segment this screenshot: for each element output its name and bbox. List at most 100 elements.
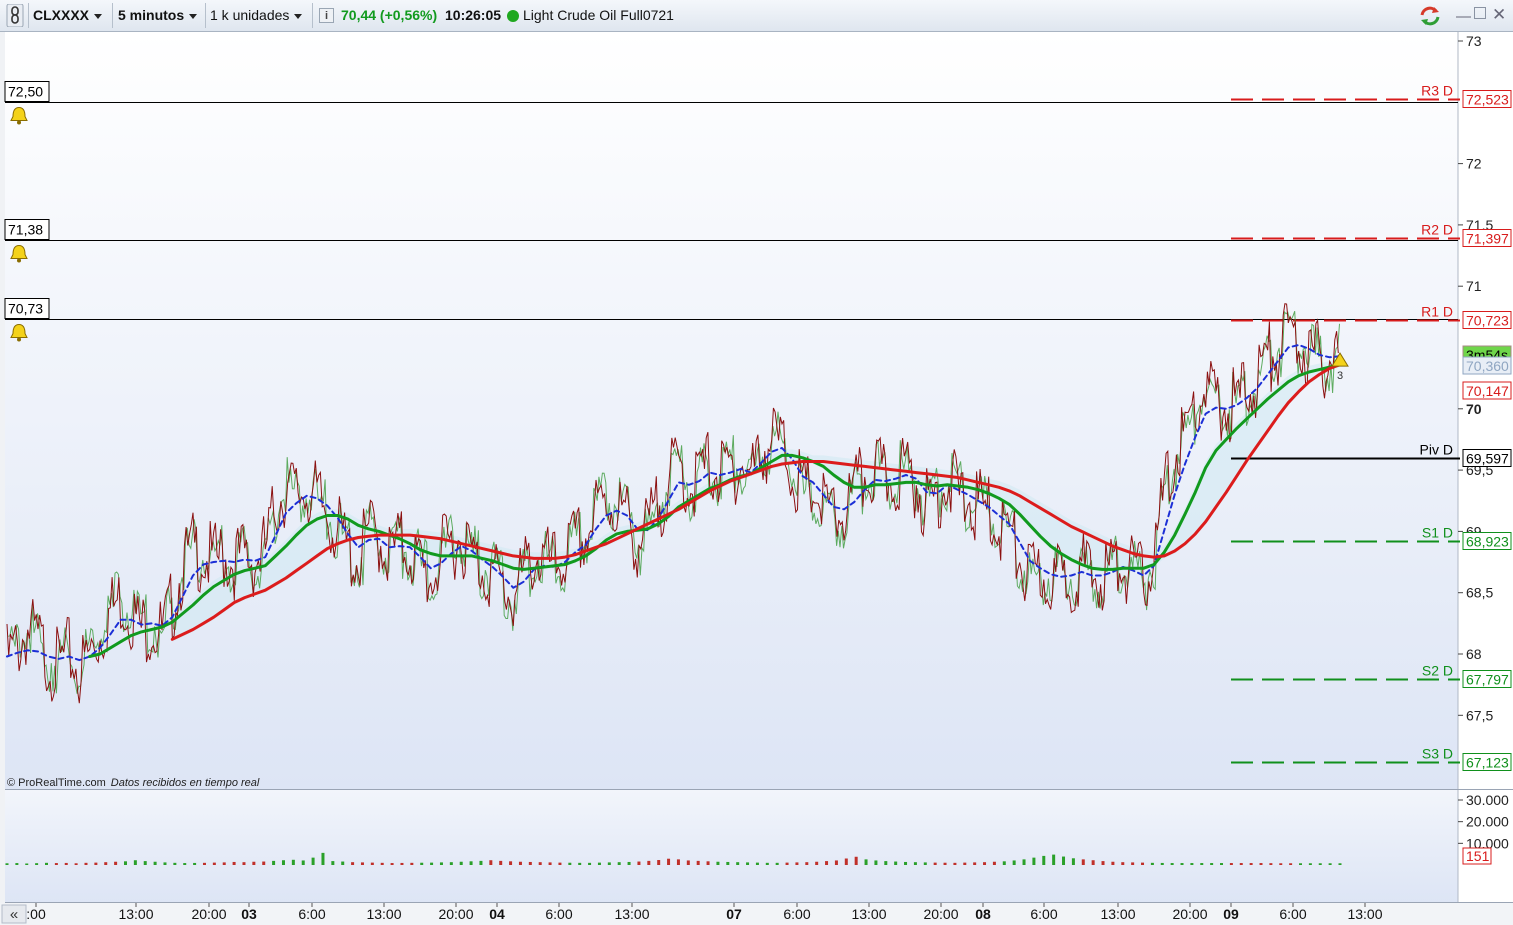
volume-bar: [1210, 863, 1214, 865]
volume-bar: [64, 862, 68, 865]
volume-bar: [1012, 860, 1016, 865]
pivot-label: R1 D: [1421, 304, 1453, 320]
volume-bar: [637, 861, 641, 865]
symbol-label: CLXXXX: [33, 7, 90, 23]
volume-bar: [825, 861, 829, 865]
volume-tick-label: 30.000: [1466, 792, 1509, 808]
refresh-icon[interactable]: [1419, 6, 1441, 26]
price-tag-label: 70,360: [1466, 358, 1509, 374]
info-icon[interactable]: i: [319, 8, 334, 23]
volume-bar: [242, 862, 246, 865]
x-tick-label: 6:00: [298, 906, 325, 922]
price-chart[interactable]: 72,50 71,38 70,73 R3 D R2 D R1 D Piv D S1 D S2 D…: [0, 32, 1513, 925]
units-selector[interactable]: 1 k unidades: [210, 0, 303, 31]
pivot-label: R2 D: [1421, 222, 1453, 238]
alert-price-label: 72,50: [8, 84, 43, 100]
bell-clapper: [17, 258, 21, 263]
chain-link-icon[interactable]: [6, 3, 24, 28]
volume-bar: [272, 860, 276, 865]
pivot-label: S3 D: [1422, 746, 1453, 762]
pivot-value-label: 72,523: [1466, 92, 1509, 108]
volume-bar: [538, 862, 542, 865]
volume-bar: [351, 862, 355, 865]
volume-bar: [874, 860, 878, 865]
chevron-down-icon: [294, 13, 303, 19]
volume-bar: [1032, 857, 1036, 865]
volume-bar: [193, 862, 197, 865]
maximize-icon[interactable]: [1474, 7, 1486, 19]
volume-bar: [785, 862, 789, 865]
volume-bar: [923, 862, 927, 865]
x-tick-label: 13:00: [1100, 906, 1135, 922]
volume-bar: [5, 863, 9, 865]
x-tick-label: 6:00: [1030, 906, 1057, 922]
instrument-name: Light Crude Oil Full0721: [523, 7, 674, 23]
volume-bar: [390, 863, 394, 865]
bell-clapper: [17, 120, 21, 125]
minimize-icon[interactable]: —: [1456, 8, 1471, 25]
volume-bar: [765, 862, 769, 865]
pivot-label: S1 D: [1422, 525, 1453, 541]
volume-bar: [311, 857, 315, 865]
x-tick-label: 13:00: [851, 906, 886, 922]
volume-bar: [578, 862, 582, 865]
volume-bar: [775, 862, 779, 865]
volume-bar: [607, 862, 611, 865]
volume-bar: [736, 862, 740, 865]
volume-bar: [568, 862, 572, 865]
volume-bar: [44, 862, 48, 865]
volume-bar: [499, 860, 503, 865]
volume-bar: [262, 861, 266, 865]
volume-bar: [913, 862, 917, 865]
x-tick-label: 03: [241, 906, 257, 922]
volume-bar: [627, 861, 631, 865]
x-tick-label: 04: [489, 906, 505, 922]
x-tick-label: 6:00: [545, 906, 572, 922]
chevron-down-icon: [94, 13, 103, 19]
volume-bar: [647, 860, 651, 865]
volume-bar: [202, 862, 206, 865]
volume-bar: [84, 862, 88, 865]
volume-bar: [1081, 859, 1085, 865]
y-tick-label: 71: [1466, 278, 1482, 294]
units-label: 1 k unidades: [210, 7, 290, 23]
volume-bar: [1299, 863, 1303, 865]
volume-bar: [123, 861, 127, 865]
volume-bar: [153, 861, 157, 865]
timeframe-selector[interactable]: 5 minutos: [118, 0, 198, 31]
volume-bar: [588, 862, 592, 865]
volume-bar: [459, 861, 463, 865]
volume-bar: [212, 862, 216, 865]
volume-bar: [133, 860, 137, 865]
volume-bar: [1062, 856, 1066, 865]
scroll-left-icon[interactable]: «: [1, 904, 27, 924]
close-icon[interactable]: ✕: [1492, 5, 1506, 25]
volume-bar: [904, 861, 908, 865]
volume-bar: [479, 860, 483, 865]
volume-bar: [173, 862, 177, 865]
symbol-selector[interactable]: CLXXXX: [33, 0, 103, 31]
volume-bar: [1131, 862, 1135, 865]
volume-bar: [74, 863, 78, 865]
volume-bar: [232, 861, 236, 865]
volume-bar: [439, 862, 443, 865]
volume-bar: [1101, 861, 1105, 865]
volume-bar: [1170, 863, 1174, 865]
volume-bar: [1022, 859, 1026, 865]
volume-bar: [597, 862, 601, 865]
volume-bar: [528, 861, 532, 865]
volume-bar: [1160, 862, 1164, 865]
chart-toolbar: CLXXXX 5 minutos 1 k unidades i 70,44 (+…: [0, 0, 1513, 32]
volume-bar: [509, 861, 513, 865]
volume-bar: [558, 862, 562, 865]
volume-bar: [894, 861, 898, 865]
volume-bar: [420, 862, 424, 865]
x-tick-label: 13:00: [366, 906, 401, 922]
volume-bar: [1071, 858, 1075, 865]
volume-bar: [1318, 863, 1322, 865]
volume-bar: [953, 862, 957, 865]
volume-tick-label: 20.000: [1466, 814, 1509, 830]
volume-bar: [1338, 863, 1342, 865]
volume-bar: [815, 861, 819, 865]
volume-bar: [1308, 863, 1312, 865]
